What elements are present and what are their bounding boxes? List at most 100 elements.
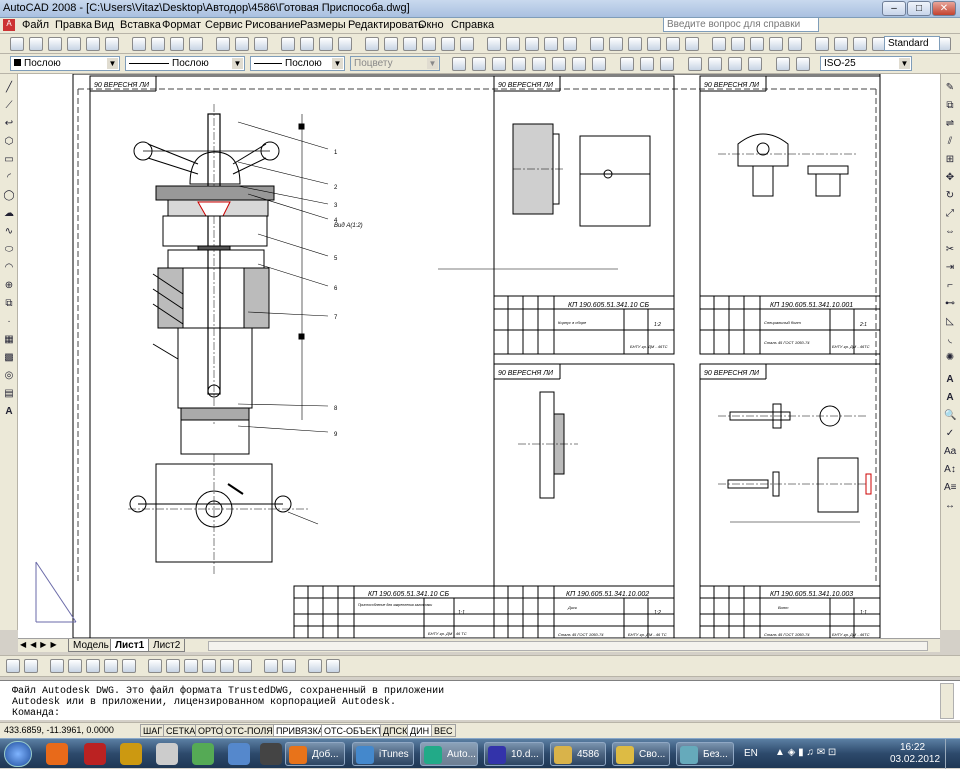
zoom-previous-icon[interactable] (300, 37, 314, 51)
app-quicklaunch-icon[interactable] (260, 743, 282, 765)
arc-length-icon[interactable] (492, 57, 506, 71)
app-launch-icon[interactable] (192, 743, 214, 765)
command-prompt[interactable]: Команда: (12, 709, 60, 719)
quick-leader-icon[interactable] (688, 57, 702, 71)
copy-icon[interactable]: ⧉ (944, 100, 956, 112)
app-icon[interactable]: A (3, 19, 15, 31)
publish-icon[interactable] (563, 37, 577, 51)
match-properties-icon[interactable] (647, 37, 661, 51)
snap-from-icon[interactable] (24, 659, 38, 673)
table-icon[interactable]: ▤ (3, 388, 15, 400)
ducs-toggle[interactable]: ДПСК (380, 724, 411, 737)
insert-snap-icon[interactable] (238, 659, 252, 673)
dim-style-select[interactable]: ISO-25 ▼ (820, 56, 912, 71)
tangent-icon[interactable] (184, 659, 198, 673)
show-desktop-button[interactable] (945, 739, 959, 769)
dim-text-edit-icon[interactable] (776, 57, 790, 71)
otrack-toggle[interactable]: ОТС-ОБЪЕКТ (321, 724, 386, 737)
drawing-canvas[interactable]: 90 ВЕРЕСНЯ ЛИ 1 2 3 4 5 6 7 8 9 Вид A(1:… (18, 74, 940, 638)
autocad-quicklaunch-icon[interactable] (120, 743, 142, 765)
cut-icon[interactable] (132, 37, 146, 51)
zoom-previous-icon[interactable] (769, 37, 783, 51)
continue-icon[interactable] (660, 57, 674, 71)
help-search-input[interactable]: Введите вопрос для справки (663, 17, 819, 32)
none-snap-icon[interactable] (308, 659, 322, 673)
construction-line-icon[interactable]: ⟋ (3, 100, 15, 112)
polyline-icon[interactable]: ↩ (3, 118, 15, 130)
rectangle-icon[interactable]: ▭ (3, 154, 15, 166)
extension-icon[interactable] (122, 659, 136, 673)
chamfer-icon[interactable]: ◺ (944, 316, 956, 328)
perpendicular-icon[interactable] (202, 659, 216, 673)
ellipse-icon[interactable]: ⬭ (3, 244, 15, 256)
aligned-dim-icon[interactable] (472, 57, 486, 71)
menu-draw[interactable]: Рисование (245, 19, 300, 31)
explorer-icon[interactable] (228, 743, 250, 765)
redo-icon[interactable] (685, 37, 699, 51)
design-center-icon[interactable] (338, 37, 352, 51)
command-window[interactable]: Файл Autodesk DWG. Это файл формата Trus… (0, 680, 960, 720)
justify-text-icon[interactable]: A≡ (944, 482, 957, 494)
lineweight-select[interactable]: Послою ▼ (250, 56, 345, 71)
trim-icon[interactable]: ✂ (944, 244, 956, 256)
zoom-window-icon[interactable] (750, 37, 764, 51)
menu-edit[interactable]: Правка (55, 19, 92, 31)
text-edit-icon[interactable]: A (944, 392, 956, 404)
match-properties-icon[interactable] (189, 37, 203, 51)
pan-icon[interactable] (254, 37, 268, 51)
minimize-button[interactable]: – (882, 1, 906, 16)
multiline-text-icon[interactable]: A (3, 406, 15, 418)
menu-view[interactable]: Вид (94, 19, 114, 31)
open-icon[interactable] (487, 37, 501, 51)
make-block-icon[interactable]: ⧉ (3, 298, 15, 310)
clock-time[interactable]: 16:22 (900, 742, 925, 753)
center-mark-icon[interactable] (728, 57, 742, 71)
tool-palettes-icon[interactable] (365, 37, 379, 51)
print-icon[interactable] (67, 37, 81, 51)
dim-update-icon[interactable] (796, 57, 810, 71)
media-player-icon[interactable] (46, 743, 68, 765)
zoom-icon[interactable] (281, 37, 295, 51)
save-icon[interactable] (48, 37, 62, 51)
polygon-icon[interactable]: ⬡ (3, 136, 15, 148)
calculator-icon[interactable] (156, 743, 178, 765)
region-icon[interactable]: ◎ (3, 370, 15, 382)
new-icon[interactable] (460, 37, 474, 51)
start-button[interactable] (4, 741, 32, 767)
tab-sheet2[interactable]: Лист2 (148, 639, 186, 652)
nearest-icon[interactable] (282, 659, 296, 673)
publish-icon[interactable] (105, 37, 119, 51)
jogged-icon[interactable] (552, 57, 566, 71)
tab-nav-arrows[interactable]: ◀◀▶▶ (20, 640, 61, 649)
midpoint-icon[interactable] (68, 659, 82, 673)
menu-file[interactable]: Файл (22, 19, 49, 31)
spell-check-icon[interactable]: ✓ (944, 428, 956, 440)
angular-icon[interactable] (592, 57, 606, 71)
endpoint-icon[interactable] (50, 659, 64, 673)
quadrant-icon[interactable] (166, 659, 180, 673)
osnap-toggle[interactable]: ПРИВЯЗКА (273, 724, 327, 737)
paste-icon[interactable] (170, 37, 184, 51)
tool-palettes-icon[interactable] (834, 37, 848, 51)
close-button[interactable]: ✕ (932, 1, 956, 16)
tolerance-icon[interactable] (708, 57, 722, 71)
cut-icon[interactable] (590, 37, 604, 51)
menu-help[interactable]: Справка (451, 19, 494, 31)
find-text-icon[interactable]: 🔍 (944, 410, 956, 422)
taskbar-itunes[interactable]: iTunes (352, 742, 414, 766)
diameter-icon[interactable] (572, 57, 586, 71)
line-icon[interactable]: ╱ (3, 82, 15, 94)
menu-modify[interactable]: Редактировать (348, 19, 424, 31)
taskbar-paint[interactable]: Без... (676, 742, 734, 766)
design-center-icon[interactable] (815, 37, 829, 51)
osnap-settings-icon[interactable] (326, 659, 340, 673)
gradient-icon[interactable]: ▩ (3, 352, 15, 364)
linear-dim-icon[interactable] (452, 57, 466, 71)
circle-icon[interactable]: ◯ (3, 190, 15, 202)
properties-icon[interactable] (319, 37, 333, 51)
center-icon[interactable] (148, 659, 162, 673)
save-icon[interactable] (506, 37, 520, 51)
convert-distance-icon[interactable]: ↔ (944, 500, 956, 512)
sheet-set-icon[interactable] (853, 37, 867, 51)
menu-window[interactable]: Окно (418, 19, 444, 31)
